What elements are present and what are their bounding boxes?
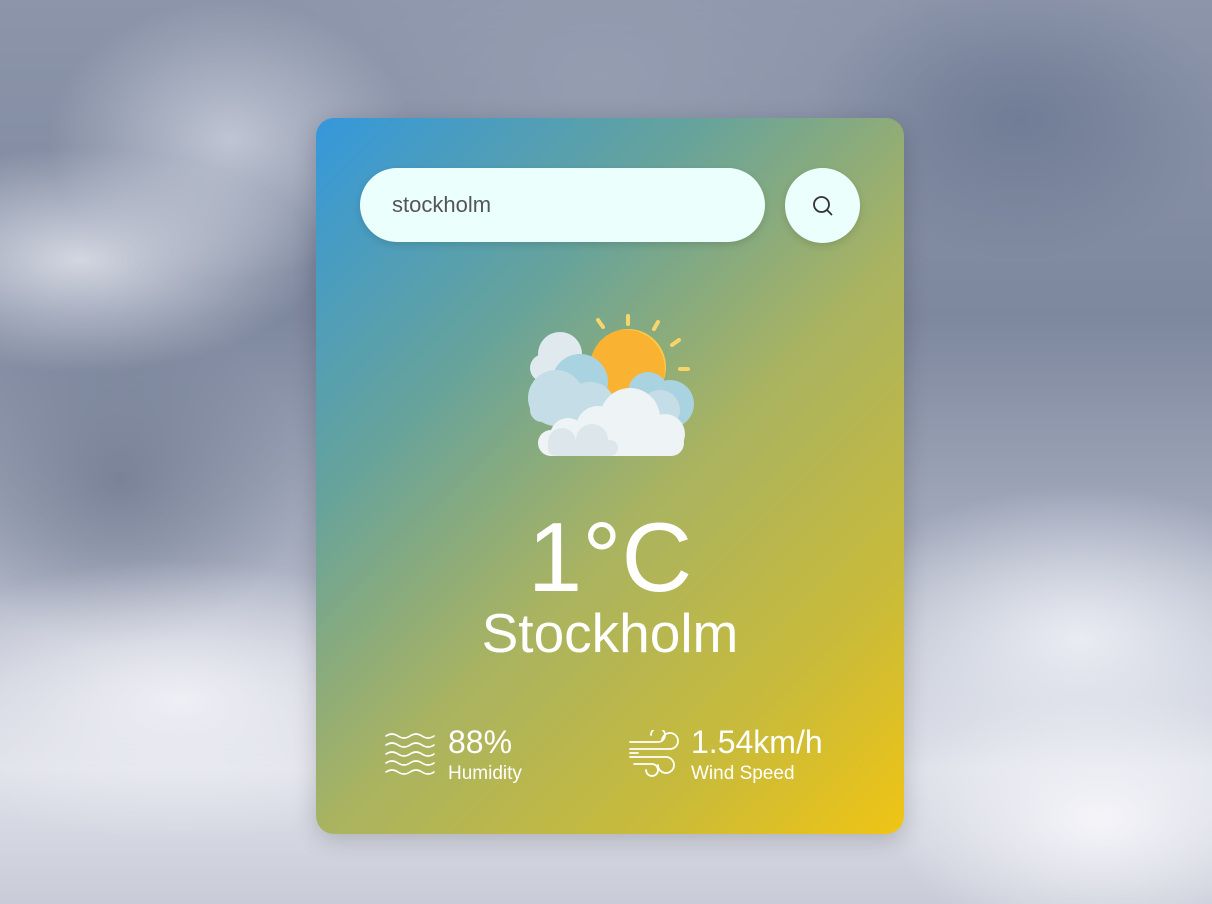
city-name: Stockholm: [481, 602, 739, 664]
humidity-waves-icon: [385, 733, 435, 775]
search-input[interactable]: [360, 168, 765, 242]
temperature-value: 1°C: [527, 502, 693, 612]
wind-icon: [629, 730, 679, 777]
partly-cloudy-icon: [528, 314, 694, 456]
search-button[interactable]: [785, 168, 860, 243]
wind-speed-value: 1.54km/h: [691, 724, 823, 760]
humidity-label: Humidity: [448, 763, 522, 784]
weather-card: 1°C Stockholm 88% Humidity 1.54km/h: [316, 118, 904, 834]
wind-section: 1.54km/h Wind Speed: [628, 720, 868, 790]
humidity-section: 88% Humidity: [384, 720, 584, 790]
search-icon: [812, 195, 832, 215]
wind-speed-label: Wind Speed: [691, 763, 795, 784]
humidity-value: 88%: [448, 724, 513, 760]
